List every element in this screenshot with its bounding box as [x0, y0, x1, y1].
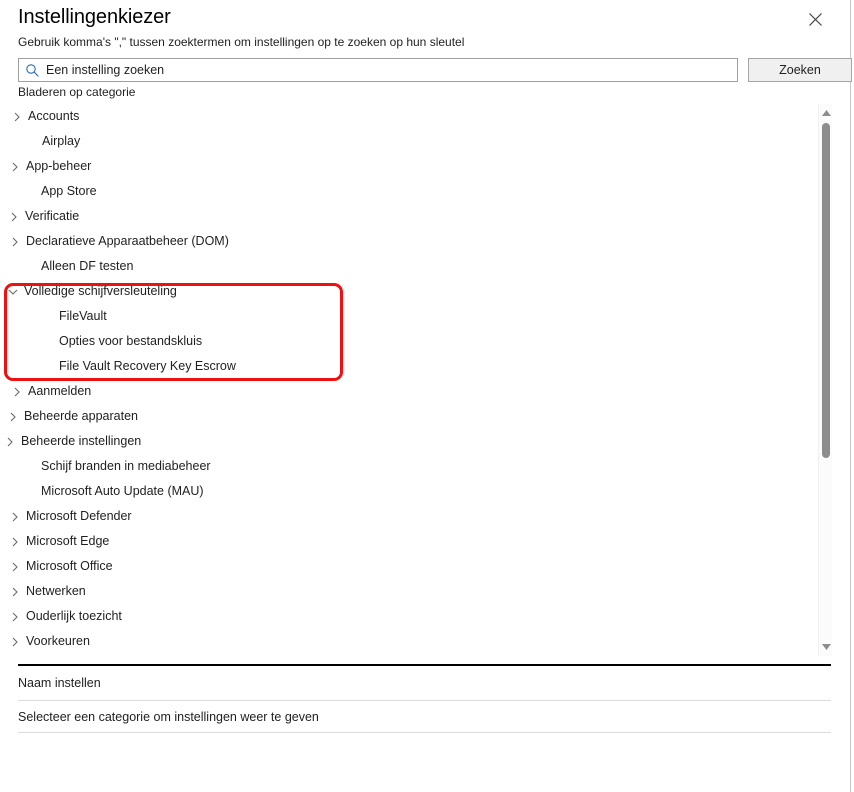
chevron-right-icon[interactable] [8, 610, 22, 624]
tree-item[interactable]: App-beheer [0, 154, 812, 179]
tree-item-spacer [41, 360, 55, 374]
tree-item-label: Volledige schijfversleuteling [24, 284, 177, 298]
tree-item-spacer [41, 335, 55, 349]
chevron-right-icon[interactable] [8, 635, 22, 649]
tree-item[interactable]: Accounts [0, 104, 812, 129]
chevron-right-icon[interactable] [10, 385, 24, 399]
tree-item-label: Microsoft Edge [26, 534, 110, 548]
tree-item-spacer [23, 485, 37, 499]
tree-item-label: Microsoft Office [26, 559, 113, 573]
search-button[interactable]: Zoeken [748, 58, 852, 82]
tree-item[interactable]: Alleen DF testen [0, 254, 812, 279]
name-setting-label: Naam instellen [18, 676, 101, 690]
tree-item[interactable]: Voorkeuren [0, 629, 812, 654]
tree-item[interactable]: Beheerde apparaten [0, 404, 812, 429]
close-icon [808, 12, 822, 26]
tree-item-label: Beheerde apparaten [24, 409, 138, 423]
tree-item-label: Aanmelden [28, 384, 92, 398]
tree-item-label: Alleen DF testen [41, 259, 134, 273]
tree-item-label: Accounts [28, 109, 80, 123]
tree-item-label: Airplay [42, 134, 81, 148]
tree-item[interactable]: Aanmelden [0, 379, 812, 404]
settings-picker-dialog: Instellingenkiezer Gebruik komma's "," t… [0, 0, 852, 792]
tree-item-spacer [24, 135, 38, 149]
scroll-up-arrow-icon[interactable] [819, 106, 833, 120]
chevron-right-icon[interactable] [3, 435, 17, 449]
chevron-right-icon[interactable] [7, 210, 21, 224]
chevron-right-icon[interactable] [8, 510, 22, 524]
status-text: Selecteer een categorie om instellingen … [18, 709, 319, 724]
tree-item[interactable]: Microsoft Auto Update (MAU) [0, 479, 812, 504]
tree-item-label: Voorkeuren [26, 634, 90, 648]
tree-item-label: Verificatie [25, 209, 80, 223]
tree-item[interactable]: Microsoft Edge [0, 529, 812, 554]
tree-scrollbar[interactable] [818, 104, 832, 656]
tree-item[interactable]: Ouderlijk toezicht [0, 604, 812, 629]
tree-item[interactable]: Airplay [0, 129, 812, 154]
category-tree-panel: Accounts Airplay App-beheer App Store Verifi… [0, 104, 833, 656]
footer: Naam instellen Selecteer een categorie o… [18, 664, 831, 733]
tree-item-label: File Vault Recovery Key Escrow [59, 359, 236, 373]
tree-item-spacer [41, 310, 55, 324]
title-row: Instellingenkiezer [18, 4, 850, 30]
tree-item-label: Microsoft Defender [26, 509, 132, 523]
page-title: Instellingenkiezer [18, 6, 171, 28]
scrollbar-thumb[interactable] [822, 123, 830, 458]
tree-item-spacer [23, 460, 37, 474]
search-input[interactable] [46, 62, 706, 78]
scroll-down-arrow-icon[interactable] [819, 640, 833, 654]
tree-item-label: Declaratieve Apparaatbeheer (DOM) [26, 234, 229, 248]
tree-item[interactable]: Verificatie [0, 204, 812, 229]
tree-item[interactable]: App Store [0, 179, 812, 204]
search-icon [25, 63, 40, 78]
chevron-right-icon[interactable] [6, 410, 20, 424]
status-row: Selecteer een categorie om instellingen … [18, 701, 831, 732]
search-box[interactable] [18, 58, 738, 82]
tree-item[interactable]: FileVault [0, 304, 812, 329]
name-setting-row[interactable]: Naam instellen [18, 666, 831, 700]
category-tree-list: Accounts Airplay App-beheer App Store Verifi… [0, 104, 812, 654]
footer-divider-bottom [18, 732, 831, 733]
tree-item-label: Schijf branden in mediabeheer [41, 459, 211, 473]
tree-item[interactable]: Opties voor bestandskluis [0, 329, 812, 354]
search-row: Zoeken [18, 58, 852, 82]
tree-item-label: Netwerken [26, 584, 86, 598]
tree-item-label: FileVault [59, 309, 107, 323]
chevron-right-icon[interactable] [10, 110, 24, 124]
tree-item-label: Ouderlijk toezicht [26, 609, 122, 623]
tree-item[interactable]: Declaratieve Apparaatbeheer (DOM) [0, 229, 812, 254]
tree-item-label: App Store [41, 184, 97, 198]
chevron-right-icon[interactable] [8, 160, 22, 174]
chevron-right-icon[interactable] [8, 560, 22, 574]
tree-item[interactable]: Volledige schijfversleuteling [0, 279, 812, 304]
tree-item-spacer [23, 185, 37, 199]
tree-item-label: Beheerde instellingen [21, 434, 142, 448]
tree-item[interactable]: File Vault Recovery Key Escrow [0, 354, 812, 379]
tree-item-label: Opties voor bestandskluis [59, 334, 203, 348]
tree-item[interactable]: Beheerde instellingen [0, 429, 812, 454]
chevron-right-icon[interactable] [8, 535, 22, 549]
chevron-right-icon[interactable] [8, 585, 22, 599]
close-button[interactable] [802, 6, 828, 32]
tree-item-label: Microsoft Auto Update (MAU) [41, 484, 204, 498]
tree-item[interactable]: Microsoft Office [0, 554, 812, 579]
browse-by-category-label: Bladeren op categorie [18, 85, 136, 99]
tree-item-label: App-beheer [26, 159, 92, 173]
tree-item[interactable]: Microsoft Defender [0, 504, 812, 529]
tree-item[interactable]: Schijf branden in mediabeheer [0, 454, 812, 479]
dialog-subtitle: Gebruik komma's "," tussen zoektermen om… [18, 35, 465, 49]
tree-item[interactable]: Netwerken [0, 579, 812, 604]
chevron-down-icon[interactable] [6, 285, 20, 299]
tree-item-spacer [23, 260, 37, 274]
chevron-right-icon[interactable] [8, 235, 22, 249]
